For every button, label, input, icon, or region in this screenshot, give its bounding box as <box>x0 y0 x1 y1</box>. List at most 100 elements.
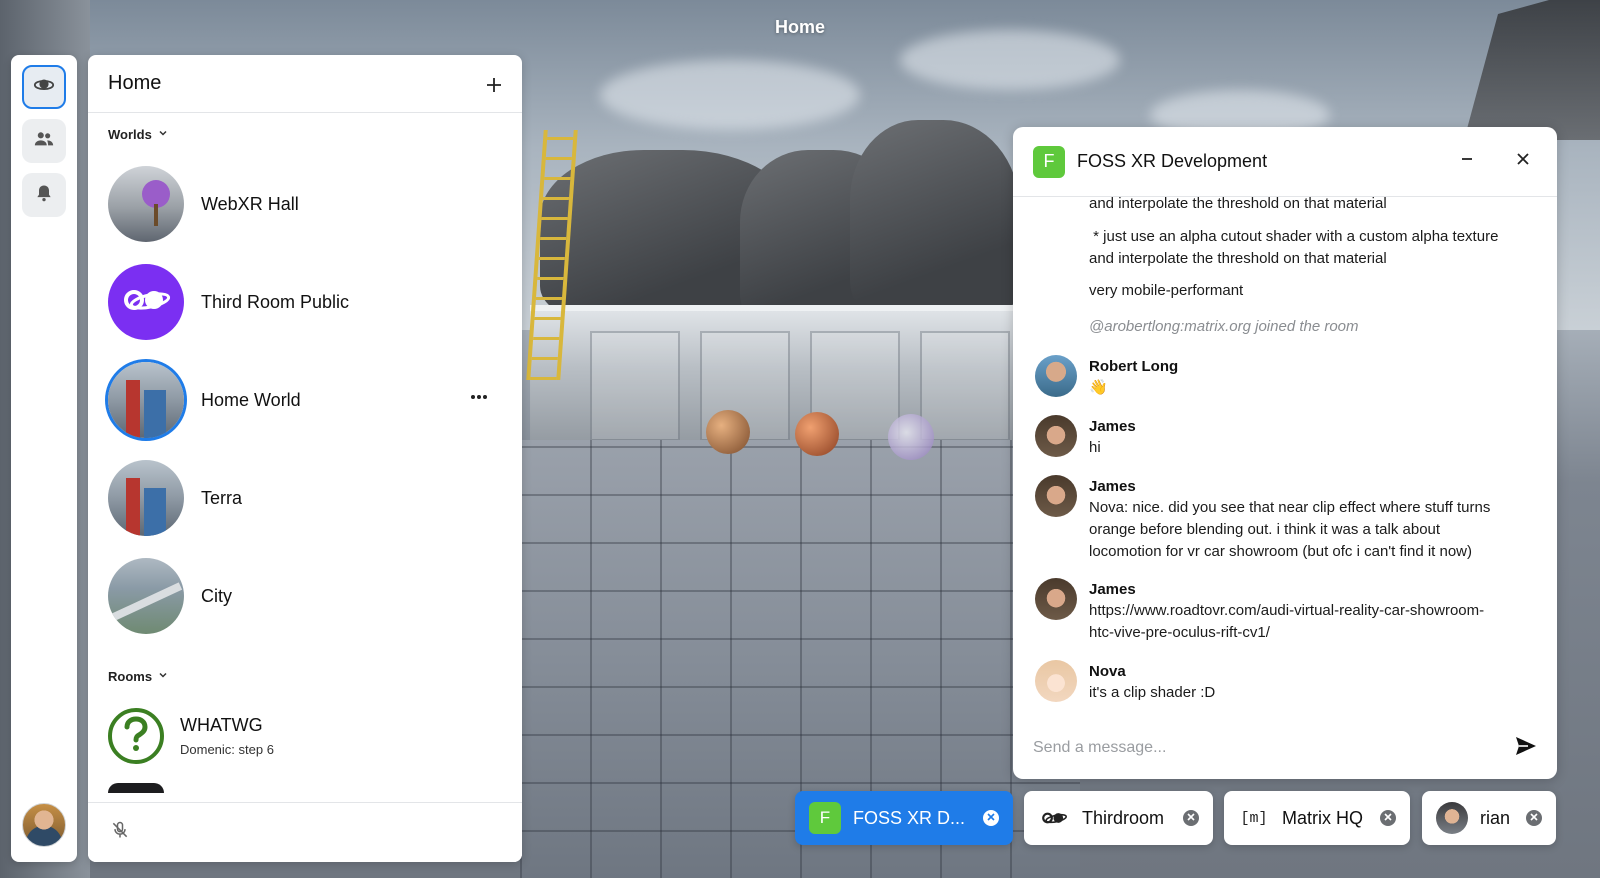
message-line: locomotion for vr car showroom (but ofc … <box>1089 543 1473 560</box>
close-chat-button[interactable] <box>1509 148 1537 176</box>
message: Robert Long 👋 <box>1089 357 1541 399</box>
room-last-message: Domenic: step 6 <box>180 742 274 757</box>
question-mark-icon <box>122 715 150 757</box>
worlds-nav-button[interactable] <box>22 65 66 109</box>
send-button[interactable] <box>1515 736 1537 761</box>
sender-name[interactable]: James <box>1089 580 1541 600</box>
world-name: Terra <box>201 487 243 508</box>
planet-sphere[interactable] <box>795 412 839 456</box>
crystal-sphere[interactable] <box>888 414 934 460</box>
sender-name[interactable]: James <box>1089 417 1541 437</box>
chat-panel: F FOSS XR Development and interpolate th… <box>1013 127 1557 779</box>
rooms-section-toggle[interactable]: Rooms <box>88 669 188 684</box>
room-item-whatwg[interactable]: WHATWG Domenic: step 6 <box>108 707 508 765</box>
message-composer <box>1013 717 1557 779</box>
close-tab-button[interactable] <box>1380 810 1396 826</box>
message-line: orange before blending out. i think it w… <box>1089 521 1441 538</box>
sender-name[interactable]: Robert Long <box>1089 357 1541 377</box>
world-item-third-room-public[interactable]: Third Room Public <box>108 263 508 341</box>
sender-avatar[interactable] <box>1035 578 1077 620</box>
tab-label: Matrix HQ <box>1282 807 1363 828</box>
building-shape <box>126 380 140 438</box>
world-thumbnail <box>108 558 184 634</box>
system-event: @arobertlong:matrix.org joined the room <box>1089 318 1359 335</box>
world-item-terra[interactable]: Terra <box>108 459 508 537</box>
sender-name[interactable]: Nova <box>1089 662 1541 682</box>
close-icon <box>1384 812 1392 824</box>
close-icon <box>1187 812 1195 824</box>
world-title: Home <box>774 17 825 37</box>
tab-matrix-hq[interactable]: [m] Matrix HQ <box>1224 791 1410 845</box>
message-body: and interpolate the threshold on that ma… <box>1089 197 1387 212</box>
world-item-webxr-hall[interactable]: WebXR Hall <box>108 165 508 243</box>
rooms-section-label: Rooms <box>108 669 153 684</box>
message-body: 👋 <box>1089 379 1108 396</box>
people-icon <box>33 128 55 155</box>
close-icon <box>987 812 995 824</box>
planet-sphere[interactable] <box>706 410 750 454</box>
sender-avatar[interactable] <box>1035 660 1077 702</box>
bell-icon <box>34 183 54 208</box>
notifications-nav-button[interactable] <box>22 173 66 217</box>
message-line: and interpolate the threshold on that ma… <box>1089 250 1387 267</box>
worlds-section-label: Worlds <box>108 127 152 142</box>
tab-foss-xr[interactable]: F FOSS XR D... <box>795 791 1013 845</box>
world-thumbnail <box>108 362 184 438</box>
message-body: * just use an alpha cutout shader with a… <box>1089 226 1541 270</box>
world-thumbnail <box>108 166 184 242</box>
message-timeline[interactable]: and interpolate the threshold on that ma… <box>1013 197 1557 717</box>
world-item-home-world[interactable]: Home World <box>108 361 508 439</box>
message: James hi <box>1089 417 1541 459</box>
sender-avatar[interactable] <box>1035 475 1077 517</box>
close-tab-button[interactable] <box>1526 810 1542 826</box>
close-tab-button[interactable] <box>983 810 999 826</box>
tab-thirdroom[interactable]: Thirdroom <box>1024 791 1213 845</box>
close-icon <box>1530 812 1538 824</box>
minimize-icon <box>1460 152 1474 171</box>
world-thumbnail <box>108 264 184 340</box>
plus-icon <box>486 69 502 99</box>
wall-panel <box>920 331 1010 441</box>
building-shape <box>144 488 166 536</box>
tree-trunk <box>154 204 158 226</box>
room-avatar: F <box>809 802 841 834</box>
road-shape <box>109 582 183 622</box>
tab-rian[interactable]: rian <box>1422 791 1556 845</box>
worlds-section-toggle[interactable]: Worlds <box>88 127 188 142</box>
thirdroom-logo-icon <box>1038 802 1070 834</box>
world-name: Home World <box>201 389 301 410</box>
world-options-button[interactable] <box>470 383 488 406</box>
create-world-button[interactable] <box>486 71 502 97</box>
wall-panel <box>590 331 680 441</box>
sender-avatar[interactable] <box>1035 415 1077 457</box>
cloud <box>900 30 1120 90</box>
message-body: hi <box>1089 439 1101 456</box>
sender-avatar[interactable] <box>1035 355 1077 397</box>
sender-name[interactable]: James <box>1089 477 1541 497</box>
home-panel-footer <box>88 802 522 862</box>
wall <box>530 305 1030 455</box>
message-line: Nova: nice. did you see that near clip e… <box>1089 499 1491 516</box>
world-name: WebXR Hall <box>201 193 299 214</box>
building-shape <box>144 390 166 438</box>
mute-microphone-button[interactable] <box>110 820 130 845</box>
message-link[interactable]: https://www.roadtovr.com/audi-virtual-re… <box>1089 600 1541 622</box>
home-panel-header: Home <box>88 55 522 113</box>
chevron-down-icon <box>158 128 168 141</box>
tab-label: rian <box>1480 807 1511 828</box>
send-icon <box>1515 736 1537 760</box>
world-name: City <box>201 585 232 606</box>
more-horizontal-icon <box>470 383 488 405</box>
close-icon <box>1516 152 1530 171</box>
message-body: it's a clip shader :D <box>1089 684 1216 701</box>
matrix-logo-icon: [m] <box>1240 809 1268 827</box>
people-nav-button[interactable] <box>22 119 66 163</box>
message-link[interactable]: htc-vive-pre-oculus-rift-cv1/ <box>1089 622 1541 644</box>
world-thumbnail <box>108 460 184 536</box>
planet-icon <box>33 74 55 101</box>
message-input[interactable] <box>1033 739 1515 757</box>
minimize-chat-button[interactable] <box>1453 148 1481 176</box>
world-item-city[interactable]: City <box>108 557 508 635</box>
user-avatar[interactable] <box>22 803 66 847</box>
close-tab-button[interactable] <box>1183 810 1199 826</box>
